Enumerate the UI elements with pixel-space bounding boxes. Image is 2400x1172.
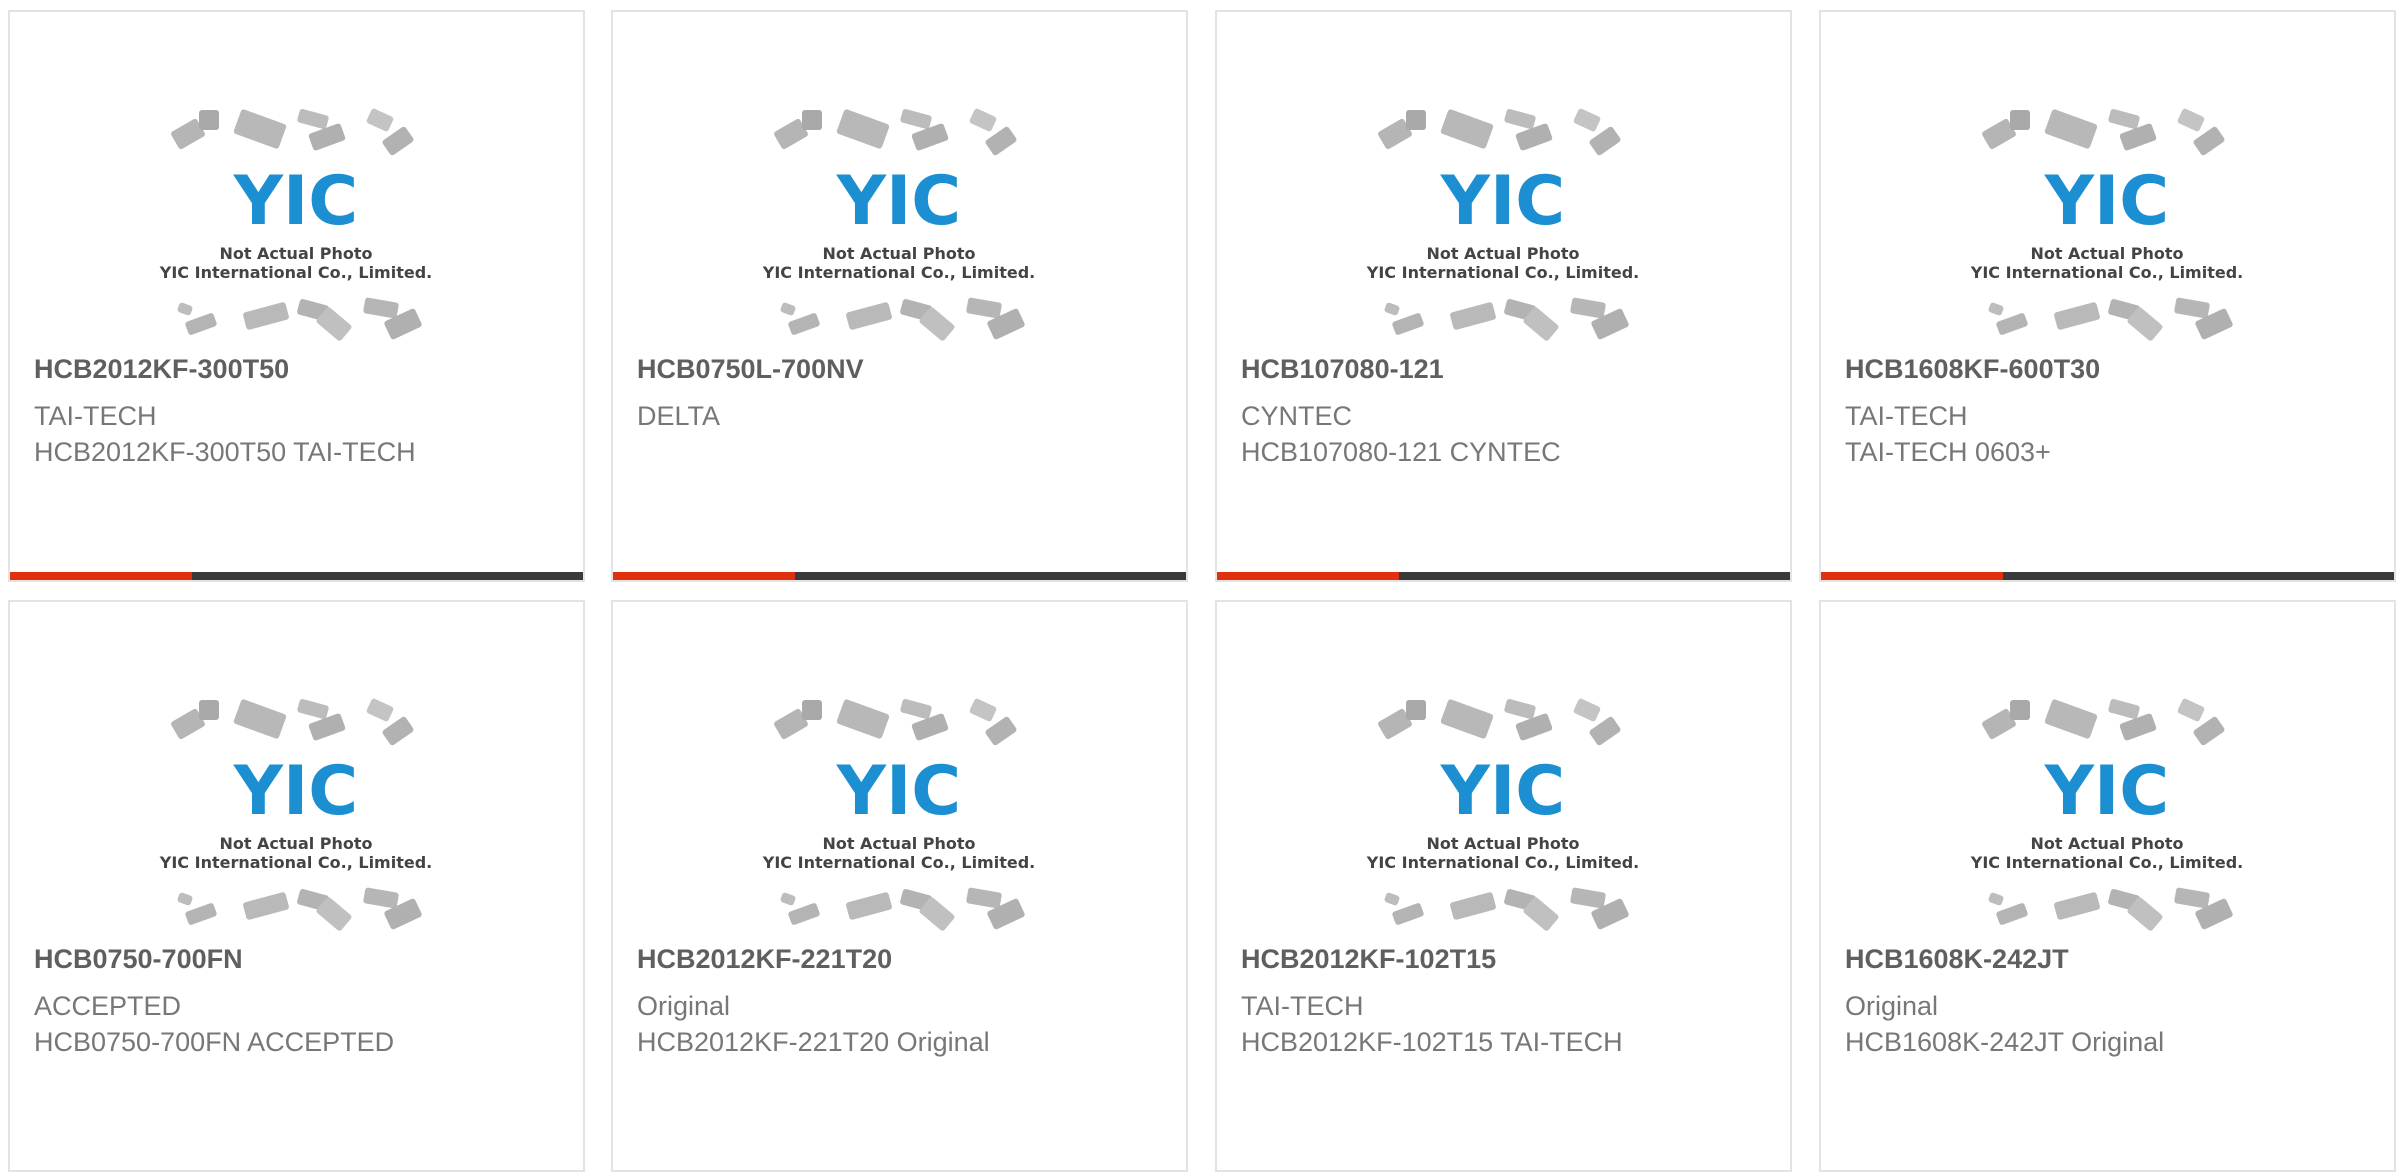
placeholder-caption-line2: YIC International Co., Limited. — [762, 853, 1035, 872]
placeholder-caption-line1: Not Actual Photo — [2030, 834, 2183, 853]
product-part-number[interactable]: HCB1608KF-600T30 — [1845, 354, 2100, 385]
product-brand: TAI-TECH — [1845, 401, 1968, 431]
placeholder-caption-line1: Not Actual Photo — [219, 834, 372, 853]
card-accent-bar — [613, 572, 1186, 580]
product-brand: Original — [1845, 991, 1939, 1021]
product-brand: Original — [637, 991, 731, 1021]
product-description: HCB1608K-242JT Original — [1845, 1027, 2165, 1057]
card-accent-bar — [1217, 572, 1790, 580]
product-card[interactable]: YIC Not Actual Photo YIC International Co.… — [8, 10, 585, 582]
placeholder-caption-line2: YIC International Co., Limited. — [159, 853, 432, 872]
product-brand: DELTA — [637, 401, 721, 431]
product-description: HCB2012KF-102T15 TAI-TECH — [1241, 1027, 1623, 1057]
product-description: HCB2012KF-300T50 TAI-TECH — [34, 437, 416, 467]
product-placeholder-image[interactable]: YIC Not Actual Photo YIC International Co.… — [1821, 102, 2394, 352]
product-card[interactable]: YIC Not Actual Photo YIC International Co.… — [611, 600, 1188, 1172]
product-part-number[interactable]: HCB1608K-242JT — [1845, 944, 2069, 975]
product-placeholder-image[interactable]: YIC Not Actual Photo YIC International Co.… — [613, 102, 1186, 352]
card-accent-bar — [1821, 572, 2394, 580]
product-brand: TAI-TECH — [34, 401, 157, 431]
product-brand: TAI-TECH — [1241, 991, 1364, 1021]
logo-yic-text: YIC — [2044, 752, 2169, 831]
placeholder-caption-line2: YIC International Co., Limited. — [159, 263, 432, 282]
logo-yic-text: YIC — [1440, 752, 1565, 831]
product-part-number[interactable]: HCB2012KF-300T50 — [34, 354, 289, 385]
product-part-number[interactable]: HCB2012KF-102T15 — [1241, 944, 1496, 975]
product-card[interactable]: YIC Not Actual Photo YIC International Co.… — [1819, 10, 2396, 582]
placeholder-caption-line2: YIC International Co., Limited. — [1366, 853, 1639, 872]
product-card[interactable]: YIC Not Actual Photo YIC International Co.… — [611, 10, 1188, 582]
product-card[interactable]: YIC Not Actual Photo YIC International Co.… — [8, 600, 585, 1172]
product-part-number[interactable]: HCB107080-121 — [1241, 354, 1444, 385]
product-part-number[interactable]: HCB0750L-700NV — [637, 354, 864, 385]
product-placeholder-image[interactable]: YIC Not Actual Photo YIC International Co.… — [1217, 692, 1790, 942]
placeholder-caption-line2: YIC International Co., Limited. — [1970, 263, 2243, 282]
product-description: TAI-TECH 0603+ — [1845, 437, 2051, 467]
logo-yic-text: YIC — [233, 162, 358, 241]
placeholder-caption-line1: Not Actual Photo — [1426, 834, 1579, 853]
placeholder-caption-line1: Not Actual Photo — [822, 834, 975, 853]
placeholder-caption-line2: YIC International Co., Limited. — [762, 263, 1035, 282]
logo-yic-text: YIC — [836, 752, 961, 831]
product-card[interactable]: YIC Not Actual Photo YIC International Co.… — [1215, 600, 1792, 1172]
product-placeholder-image[interactable]: YIC Not Actual Photo YIC International Co.… — [613, 692, 1186, 942]
product-brand: CYNTEC — [1241, 401, 1353, 431]
logo-yic-text: YIC — [2044, 162, 2169, 241]
logo-yic-text: YIC — [836, 162, 961, 241]
product-part-number[interactable]: HCB2012KF-221T20 — [637, 944, 892, 975]
logo-yic-text: YIC — [1440, 162, 1565, 241]
logo-yic-text: YIC — [233, 752, 358, 831]
product-description: HCB2012KF-221T20 Original — [637, 1027, 990, 1057]
placeholder-caption-line1: Not Actual Photo — [2030, 244, 2183, 263]
placeholder-caption-line2: YIC International Co., Limited. — [1366, 263, 1639, 282]
product-description: HCB0750-700FN ACCEPTED — [34, 1027, 395, 1057]
placeholder-caption-line1: Not Actual Photo — [219, 244, 372, 263]
product-card[interactable]: YIC Not Actual Photo YIC International Co.… — [1215, 10, 1792, 582]
product-card[interactable]: YIC Not Actual Photo YIC International Co.… — [1819, 600, 2396, 1172]
product-placeholder-image[interactable]: YIC Not Actual Photo YIC International Co.… — [10, 692, 583, 942]
product-part-number[interactable]: HCB0750-700FN — [34, 944, 243, 975]
product-description: HCB107080-121 CYNTEC — [1241, 437, 1561, 467]
product-brand: ACCEPTED — [34, 991, 182, 1021]
product-grid: YIC Not Actual Photo YIC International Co.… — [0, 0, 2400, 1172]
placeholder-caption-line2: YIC International Co., Limited. — [1970, 853, 2243, 872]
placeholder-caption-line1: Not Actual Photo — [1426, 244, 1579, 263]
product-placeholder-image[interactable]: YIC Not Actual Photo YIC International Co.… — [1217, 102, 1790, 352]
product-placeholder-image[interactable]: YIC Not Actual Photo YIC International Co.… — [1821, 692, 2394, 942]
placeholder-caption-line1: Not Actual Photo — [822, 244, 975, 263]
product-placeholder-image[interactable]: YIC Not Actual Photo YIC International Co.… — [10, 102, 583, 352]
card-accent-bar — [10, 572, 583, 580]
